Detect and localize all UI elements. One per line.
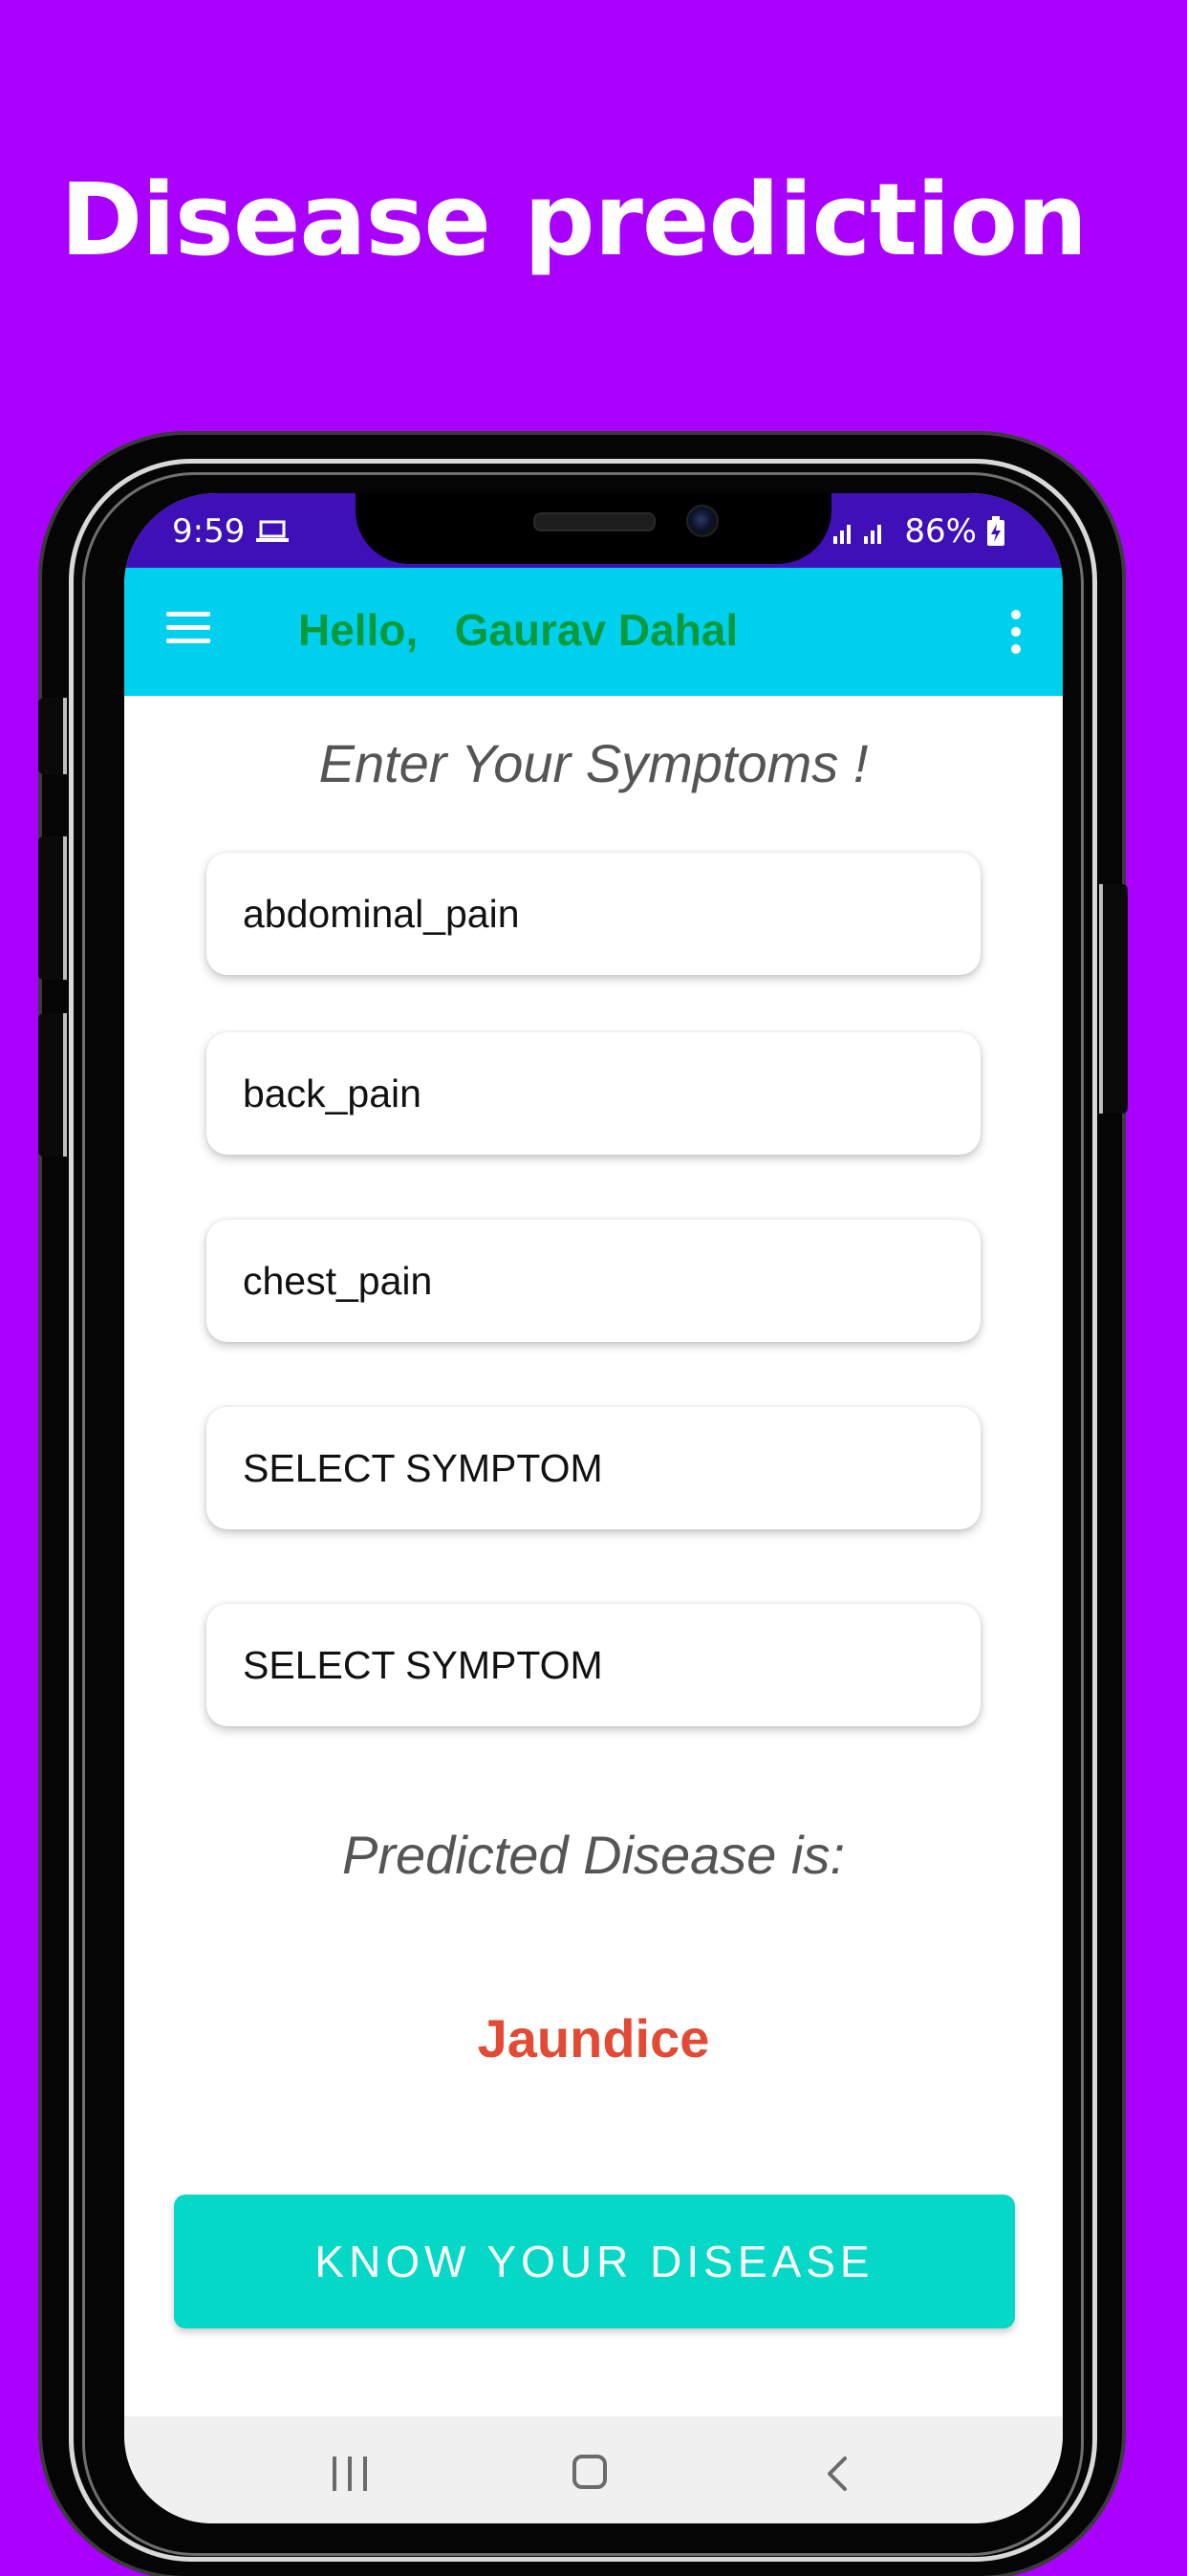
predicted-disease-label: Predicted Disease is: (341, 1825, 845, 1885)
phone-notch (356, 493, 831, 564)
symptom-select-3[interactable]: chest_pain (206, 1220, 981, 1342)
app-bar: Hello, Gaurav Dahal (124, 568, 1063, 696)
phone-side-button (38, 836, 67, 980)
hamburger-menu-icon[interactable] (166, 612, 210, 646)
know-your-disease-button[interactable]: KNOW YOUR DISEASE (174, 2195, 1015, 2328)
back-icon[interactable] (818, 2451, 856, 2497)
symptom-select-5[interactable]: SELECT SYMPTOM (206, 1604, 981, 1726)
signal-icon (833, 525, 882, 544)
battery-percent: 86% (904, 512, 977, 551)
phone-power-button (1099, 884, 1128, 1114)
phone-side-button (38, 698, 67, 774)
symptom-select-4[interactable]: SELECT SYMPTOM (206, 1407, 981, 1529)
symptom-select-2[interactable]: back_pain (206, 1032, 981, 1155)
recent-apps-icon[interactable] (333, 2457, 367, 2491)
phone-side-button (38, 1013, 67, 1157)
front-camera (686, 505, 719, 537)
status-right-group: 86% (830, 512, 1005, 551)
symptoms-heading: Enter Your Symptoms ! (318, 733, 869, 793)
earpiece-speaker (533, 512, 656, 531)
system-nav-bar (124, 2416, 1063, 2523)
more-vert-icon[interactable] (1009, 610, 1023, 654)
phone-screen: 9:59 86% Hello, Gaurav Dahal Enter Your … (124, 493, 1063, 2523)
promo-title: Disease prediction (59, 162, 1088, 278)
laptop-icon (256, 520, 289, 542)
greeting-text: Hello, Gaurav Dahal (298, 605, 739, 655)
status-time: 9:59 (172, 512, 246, 551)
predicted-disease-value: Jaundice (477, 2008, 710, 2068)
symptom-select-1[interactable]: abdominal_pain (206, 853, 981, 975)
home-icon[interactable] (572, 2455, 607, 2489)
battery-charging-icon (987, 516, 1004, 546)
